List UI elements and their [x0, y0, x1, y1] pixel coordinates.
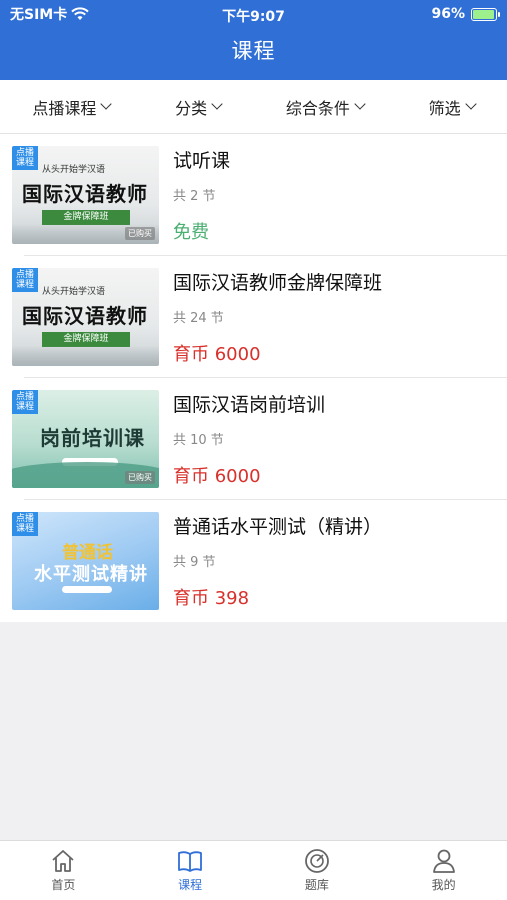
- tab-home[interactable]: 首页: [23, 847, 103, 900]
- target-icon: [304, 849, 329, 873]
- thumbnail-title: 国际汉语教师: [22, 182, 148, 206]
- battery-percent: 96%: [431, 6, 465, 22]
- battery-icon: [471, 7, 500, 21]
- chevron-down-icon: [100, 98, 113, 110]
- tab-label: 首页: [51, 878, 76, 892]
- course-name: 国际汉语教师金牌保障班: [173, 272, 383, 294]
- user-icon: [432, 849, 455, 873]
- tab-questions[interactable]: 题库: [277, 847, 357, 900]
- course-item[interactable]: 点播课程 普通话 水平测试精讲 普通话水平测试（精讲） 共 9 节 育币 398: [0, 500, 507, 622]
- carrier-label: 无SIM卡: [10, 7, 68, 23]
- course-thumbnail: 点播课程 从头开始学汉语 国际汉语教师 金牌保障班: [12, 268, 159, 366]
- course-item[interactable]: 点播课程 从头开始学汉语 国际汉语教师 金牌保障班 已购买 试听课 共 2 节 …: [0, 134, 507, 256]
- app-header: 无SIM卡 下午9:07 96% 课程: [0, 0, 507, 80]
- filter-category[interactable]: 分类: [175, 95, 223, 119]
- tab-courses[interactable]: 课程: [150, 847, 230, 900]
- tab-bar: 首页 课程 题库 我的: [0, 840, 507, 900]
- lesson-count: 共 2 节: [173, 189, 216, 204]
- course-type-tag: 点播课程: [12, 268, 38, 292]
- lesson-count: 共 9 节: [173, 555, 216, 570]
- thumbnail-title: 国际汉语教师: [22, 304, 148, 328]
- course-price: 育币 6000: [173, 466, 261, 487]
- course-type-tag: 点播课程: [12, 146, 38, 170]
- course-type-tag: 点播课程: [12, 390, 38, 414]
- thumbnail-title: 岗前培训课: [40, 426, 145, 450]
- home-icon: [52, 850, 74, 872]
- filter-conditions[interactable]: 综合条件: [286, 95, 366, 119]
- wifi-icon: [71, 7, 89, 20]
- course-thumbnail: 点播课程 岗前培训课 已购买: [12, 390, 159, 488]
- course-list: 点播课程 从头开始学汉语 国际汉语教师 金牌保障班 已购买 试听课 共 2 节 …: [0, 134, 507, 622]
- chevron-down-icon: [464, 98, 477, 110]
- thumbnail-title: 水平测试精讲: [34, 564, 148, 585]
- chevron-down-icon: [211, 98, 223, 110]
- course-item[interactable]: 点播课程 从头开始学汉语 国际汉语教师 金牌保障班 国际汉语教师金牌保障班 共 …: [0, 256, 507, 378]
- thumbnail-subtitle: 从头开始学汉语: [42, 165, 106, 175]
- course-price: 育币 6000: [173, 344, 261, 365]
- tab-label: 我的: [431, 878, 456, 892]
- lesson-count: 共 10 节: [173, 433, 224, 448]
- course-price: 免费: [173, 222, 209, 243]
- filter-bar: 点播课程 分类 综合条件 筛选: [0, 80, 507, 134]
- course-name: 国际汉语岗前培训: [173, 394, 326, 416]
- purchased-badge: 已购买: [125, 471, 155, 484]
- course-name: 普通话水平测试（精讲）: [173, 516, 383, 538]
- tab-label: 课程: [178, 878, 203, 892]
- purchased-badge: 已购买: [125, 227, 155, 240]
- thumbnail-band: 金牌保障班: [42, 210, 130, 225]
- filter-screen[interactable]: 筛选: [429, 95, 477, 119]
- course-type-tag: 点播课程: [12, 512, 38, 536]
- lesson-count: 共 24 节: [173, 311, 224, 326]
- chevron-down-icon: [354, 98, 366, 110]
- tab-profile[interactable]: 我的: [404, 847, 484, 900]
- tab-label: 题库: [304, 878, 329, 892]
- filter-type[interactable]: 点播课程: [32, 95, 113, 119]
- course-name: 试听课: [173, 150, 231, 172]
- page-title: 课程: [231, 39, 276, 63]
- course-item[interactable]: 点播课程 岗前培训课 已购买 国际汉语岗前培训 共 10 节 育币 6000: [0, 378, 507, 500]
- thumbnail-band: 金牌保障班: [42, 332, 130, 347]
- status-bar: 无SIM卡 下午9:07 96%: [0, 0, 507, 28]
- course-thumbnail: 点播课程 普通话 水平测试精讲: [12, 512, 159, 610]
- thumbnail-subtitle: 从头开始学汉语: [42, 287, 106, 297]
- course-thumbnail: 点播课程 从头开始学汉语 国际汉语教师 金牌保障班 已购买: [12, 146, 159, 244]
- book-icon: [178, 851, 203, 872]
- course-price: 育币 398: [173, 588, 250, 609]
